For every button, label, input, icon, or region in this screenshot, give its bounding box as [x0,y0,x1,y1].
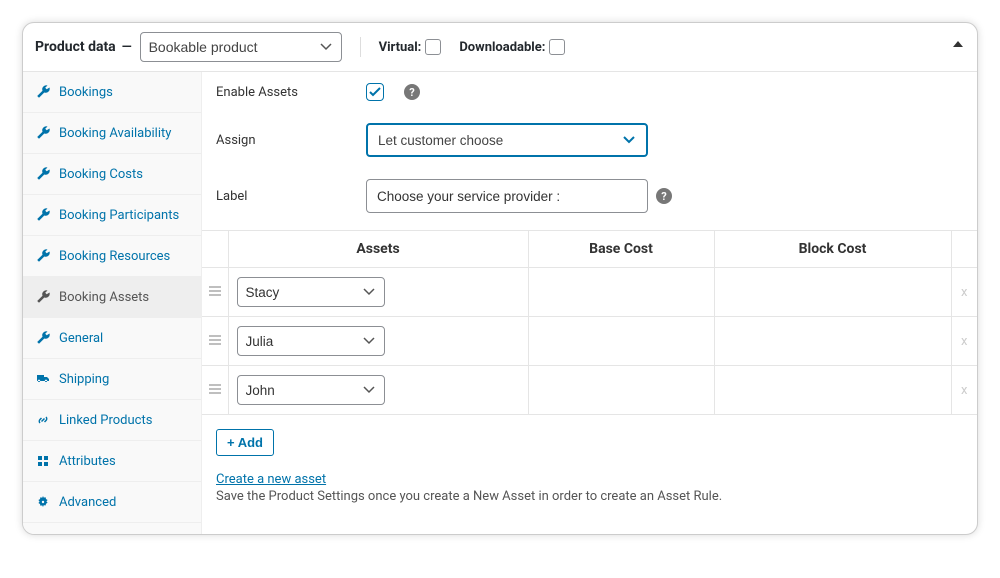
asset-select[interactable]: Stacy [237,277,385,307]
sidebar-item-label: Booking Availability [59,126,171,141]
drag-header [202,231,228,268]
wrench-icon [35,330,51,346]
sidebar-item-label: Booking Assets [59,290,149,305]
footer-note-text: Save the Product Settings once you creat… [216,489,963,504]
remove-row-icon[interactable]: x [951,317,977,366]
base-cost-cell[interactable] [528,317,714,366]
wrench-icon [35,166,51,182]
sidebar-item-label: Shipping [59,372,109,387]
grid-icon [35,453,51,469]
enable-assets-row: Enable Assets ? [202,72,977,112]
panel-header: Product data — Bookable product Virtual:… [23,23,977,72]
drag-handle-icon[interactable] [202,317,228,366]
remove-row-icon[interactable]: x [951,268,977,317]
product-type-select[interactable]: Bookable product [140,32,342,62]
sidebar-item-general[interactable]: General [23,318,201,359]
asset-select[interactable]: John [237,375,385,405]
enable-assets-checkbox[interactable] [366,83,384,101]
wrench-icon [35,289,51,305]
block-cost-cell[interactable] [714,366,951,415]
help-icon[interactable]: ? [404,84,420,100]
sidebar-item-booking-costs[interactable]: Booking Costs [23,154,201,195]
base-cost-cell[interactable] [528,268,714,317]
label-input[interactable] [366,179,648,213]
drag-handle-icon[interactable] [202,268,228,317]
sidebar-item-linked-products[interactable]: Linked Products [23,400,201,441]
wrench-icon [35,84,51,100]
wrench-icon [35,207,51,223]
sidebar-item-bookings[interactable]: Bookings [23,72,201,113]
assign-label: Assign [216,133,366,148]
asset-cell: John [228,366,528,415]
block-cost-cell[interactable] [714,317,951,366]
help-icon[interactable]: ? [656,188,672,204]
downloadable-toggle-label: Downloadable: [459,39,565,55]
add-button[interactable]: + Add [216,429,274,456]
virtual-checkbox[interactable] [425,39,441,55]
block-cost-header: Block Cost [714,231,951,268]
sidebar-item-label: Attributes [59,454,116,469]
sidebar: Bookings Booking Availability Booking Cost… [23,72,202,534]
create-asset-link[interactable]: Create a new asset [216,472,326,487]
assign-select[interactable]: Let customer choose [366,123,648,157]
base-cost-cell[interactable] [528,366,714,415]
table-row: Stacy x [202,268,977,317]
gear-icon [35,494,51,510]
wrench-icon [35,125,51,141]
drag-handle-icon[interactable] [202,366,228,415]
downloadable-checkbox[interactable] [549,39,565,55]
link-icon [35,412,51,428]
sidebar-item-label: General [59,331,103,346]
sidebar-item-label: Advanced [59,495,116,510]
sidebar-item-label: Bookings [59,85,113,100]
sidebar-item-label: Booking Participants [59,208,179,223]
assign-row: Assign Let customer choose [202,112,977,168]
table-row: John x [202,366,977,415]
assets-header: Assets [228,231,528,268]
label-field-label: Label [216,189,366,204]
sidebar-item-label: Booking Resources [59,249,170,264]
product-data-panel: Product data — Bookable product Virtual:… [22,22,978,535]
sidebar-item-advanced[interactable]: Advanced [23,482,201,523]
asset-cell: Julia [228,317,528,366]
sidebar-item-attributes[interactable]: Attributes [23,441,201,482]
header-separator [360,37,361,57]
panel-title: Product data [35,39,116,55]
sidebar-item-booking-participants[interactable]: Booking Participants [23,195,201,236]
block-cost-cell[interactable] [714,268,951,317]
asset-select[interactable]: Julia [237,326,385,356]
collapse-caret-icon[interactable] [953,41,963,47]
content-area: Enable Assets ? Assign Let customer choo… [202,72,977,534]
sidebar-item-label: Linked Products [59,413,152,428]
wrench-icon [35,248,51,264]
enable-assets-label: Enable Assets [216,85,366,100]
sidebar-item-booking-resources[interactable]: Booking Resources [23,236,201,277]
label-row: Label ? [202,168,977,224]
delete-header [951,231,977,268]
sidebar-item-shipping[interactable]: Shipping [23,359,201,400]
remove-row-icon[interactable]: x [951,366,977,415]
assets-table: Assets Base Cost Block Cost Stacy x Julia x… [202,230,977,415]
table-row: Julia x [202,317,977,366]
base-cost-header: Base Cost [528,231,714,268]
header-dash: — [122,40,132,55]
sidebar-item-booking-assets[interactable]: Booking Assets [23,277,201,318]
truck-icon [35,371,51,387]
asset-cell: Stacy [228,268,528,317]
virtual-toggle-label: Virtual: [379,39,442,55]
sidebar-item-booking-availability[interactable]: Booking Availability [23,113,201,154]
sidebar-item-label: Booking Costs [59,167,143,182]
